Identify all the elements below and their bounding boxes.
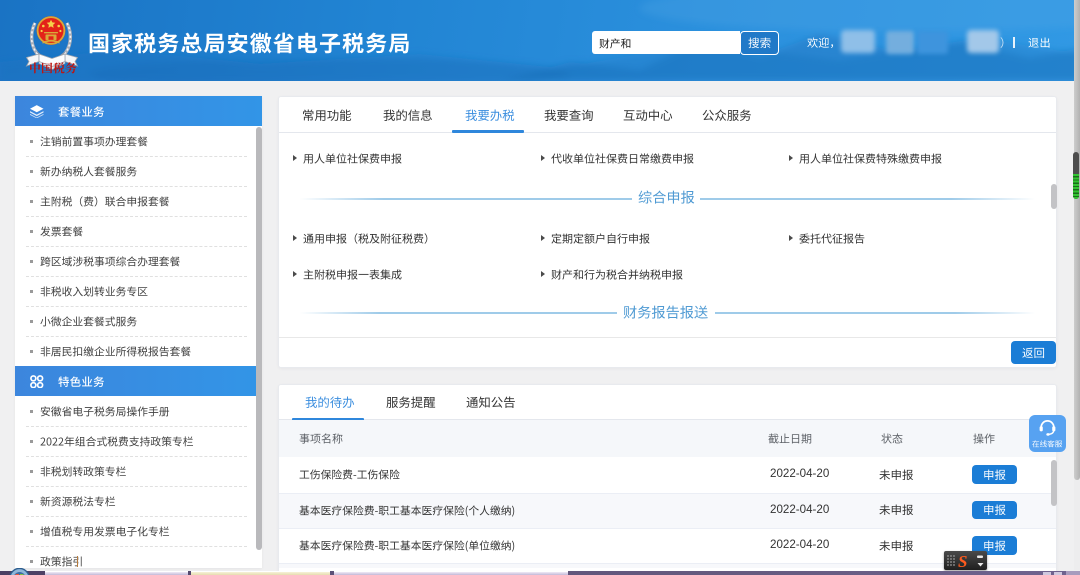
svg-text:S: S <box>958 552 967 570</box>
